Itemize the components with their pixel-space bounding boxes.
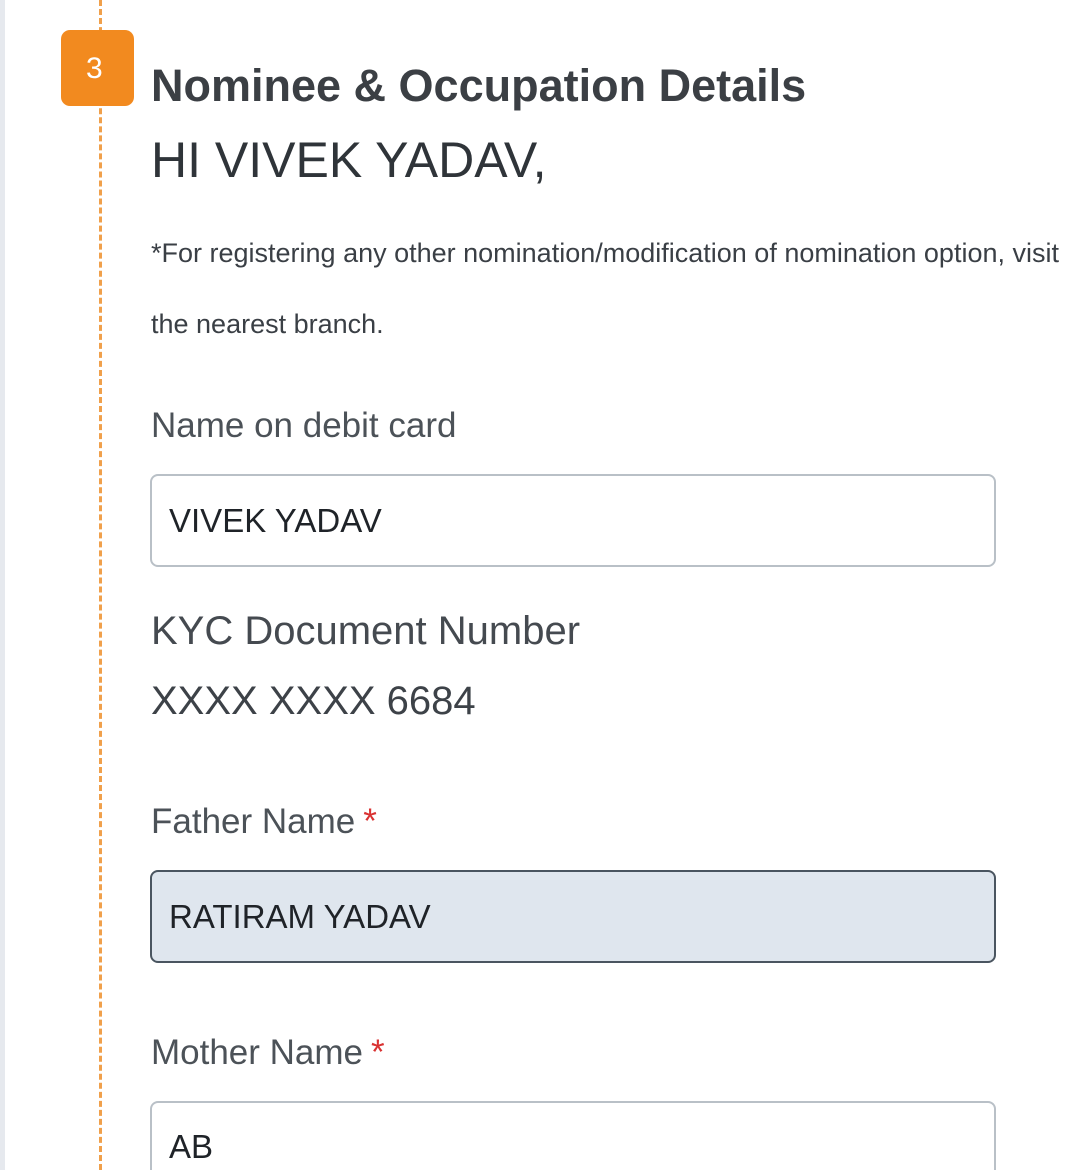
nomination-note: *For registering any other nomination/mo… [151,238,1059,339]
left-edge-divider [0,0,5,1170]
mother-name-input[interactable] [150,1101,996,1170]
mother-name-required-mark: * [371,1033,385,1072]
mother-name-label: Mother Name * [151,1033,385,1073]
debit-card-name-label-text: Name on debit card [151,406,457,445]
step-title: Nominee & Occupation Details [151,60,807,111]
kyc-document-label: KYC Document Number [151,609,580,654]
step-number-badge: 3 [61,30,134,106]
debit-card-name-input[interactable] [150,474,996,567]
father-name-required-mark: * [363,802,377,841]
kyc-document-label-text: KYC Document Number [151,609,581,653]
stepper-line [99,0,102,1170]
greeting-text: HI VIVEK YADAV, [151,132,547,188]
step-number: 3 [86,52,103,85]
debit-card-name-label: Name on debit card [151,406,456,446]
kyc-document-number: XXXX XXXX 6684 [151,679,476,723]
father-name-input[interactable] [150,870,996,963]
mother-name-label-text: Mother Name [151,1033,364,1072]
father-name-label: Father Name * [151,802,377,842]
father-name-label-text: Father Name [151,802,356,841]
